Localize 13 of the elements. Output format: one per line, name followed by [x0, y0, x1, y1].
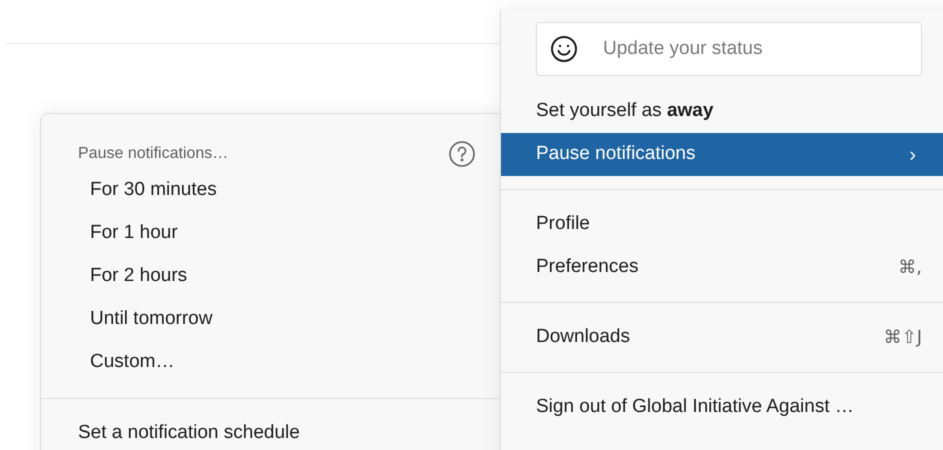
status-field[interactable]: Update your status: [536, 22, 922, 76]
menu-item[interactable]: Preferences ⌘,: [501, 246, 943, 289]
menu-item[interactable]: Profile: [501, 203, 943, 246]
menu-item[interactable]: Downloads ⌘⇧J: [501, 316, 943, 359]
smiley-icon: [550, 35, 578, 63]
menu-item[interactable]: Pause notifications ›: [501, 133, 943, 176]
chevron-icon: ›: [909, 140, 916, 170]
submenu-title: Pause notifications…: [78, 144, 228, 164]
keyboard-shortcut: ⌘⇧J: [884, 326, 922, 350]
menu-item[interactable]: Set yourself as away: [501, 90, 943, 133]
keyboard-shortcut: ⌘,: [898, 256, 922, 280]
help-icon[interactable]: [448, 140, 476, 168]
menu-item[interactable]: Sign out of Global Initiative Against …: [501, 386, 943, 429]
